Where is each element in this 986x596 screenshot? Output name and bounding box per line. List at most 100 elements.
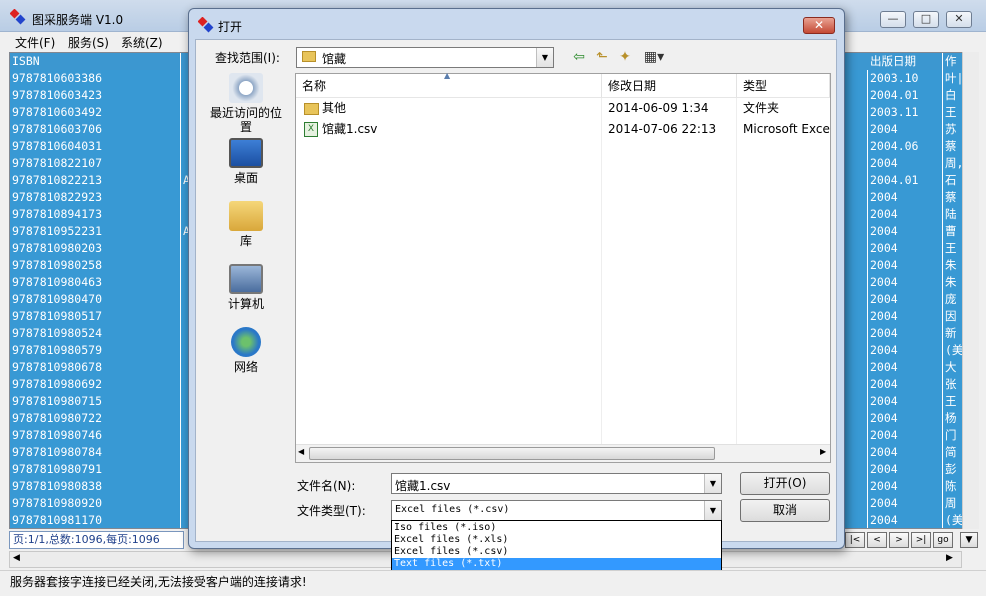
scroll-left-icon[interactable]: ◀ — [13, 553, 20, 563]
new-folder-icon[interactable]: ✦ — [615, 48, 635, 66]
cell-isbn: 9787810603423 — [10, 87, 181, 104]
dialog-title: 打开 — [218, 20, 243, 34]
cell-pubdate: 2004 — [868, 461, 943, 478]
cell-pubdate: 2003.10 — [868, 70, 943, 87]
cell-isbn: 9787810603706 — [10, 121, 181, 138]
minimize-button[interactable]: — — [880, 11, 906, 28]
desktop-icon — [229, 138, 263, 168]
column-modified[interactable]: 修改日期 — [602, 74, 737, 98]
chevron-down-icon[interactable]: ▼ — [536, 48, 553, 67]
cell-pubdate: 2004 — [868, 325, 943, 342]
file-row[interactable]: 其他 2014-06-09 1:34 文件夹 — [296, 98, 830, 119]
go-button[interactable]: go — [933, 532, 953, 548]
column-header-isbn[interactable]: ISBN — [10, 53, 181, 70]
dialog-close-button[interactable]: ✕ — [803, 17, 835, 34]
scroll-right-icon[interactable]: ▶ — [946, 553, 953, 563]
cell-isbn: 9787810980784 — [10, 444, 181, 461]
cancel-button[interactable]: 取消 — [740, 499, 830, 522]
look-in-label: 查找范围(I): — [215, 51, 280, 65]
filetype-option[interactable]: Iso files (*.iso) — [392, 522, 721, 534]
cell-pubdate: 2004.01 — [868, 87, 943, 104]
sort-ascending-icon: ▲ — [444, 71, 451, 80]
file-type: Microsoft Excel — [743, 122, 830, 136]
cell-pubdate: 2004 — [868, 376, 943, 393]
cell-isbn: 9787810603492 — [10, 104, 181, 121]
cell-pubdate: 2004 — [868, 308, 943, 325]
scroll-left-icon[interactable]: ◀ — [298, 447, 304, 456]
filetype-value: Excel files (*.csv) — [395, 504, 510, 515]
back-icon[interactable]: ⇦ — [569, 48, 589, 66]
library-icon — [229, 201, 263, 231]
up-folder-icon[interactable]: ⬑ — [592, 48, 612, 66]
recent-locations-icon — [229, 73, 263, 103]
next-page-button[interactable]: > — [889, 532, 909, 548]
file-name: 馆藏1.csv — [322, 122, 378, 136]
close-button[interactable]: ✕ — [946, 11, 972, 28]
page-info: 页:1/1,总数:1096,每页:1096 — [9, 531, 184, 549]
last-page-button[interactable]: >| — [911, 532, 931, 548]
excel-file-icon: X — [304, 122, 318, 137]
chevron-down-icon[interactable]: ▼ — [704, 474, 721, 493]
filetype-option[interactable]: Excel files (*.xls) — [392, 534, 721, 546]
view-menu-icon[interactable]: ▦▾ — [640, 48, 668, 66]
filetype-option[interactable]: Excel files (*.csv) — [392, 546, 721, 558]
cell-pubdate: 2003.11 — [868, 104, 943, 121]
cell-isbn: 9787810980678 — [10, 359, 181, 376]
file-list[interactable]: 名称 ▲ 修改日期 类型 其他 2014-06-09 1:34 文件夹 X 馆藏… — [295, 71, 831, 463]
scroll-thumb[interactable] — [309, 447, 715, 460]
chevron-down-icon[interactable]: ▼ — [704, 501, 721, 520]
cell-pubdate: 2004 — [868, 359, 943, 376]
cell-isbn: 9787810980920 — [10, 495, 181, 512]
open-button[interactable]: 打开(O) — [740, 472, 830, 495]
maximize-button[interactable]: □ — [913, 11, 939, 28]
cell-isbn: 9787810980517 — [10, 308, 181, 325]
place-desktop[interactable]: 桌面 — [206, 138, 286, 185]
cell-pubdate: 2004 — [868, 155, 943, 172]
menu-system[interactable]: 系统(Z) — [121, 34, 163, 51]
cell-pubdate: 2004 — [868, 512, 943, 528]
first-page-button[interactable]: |< — [845, 532, 865, 548]
column-type[interactable]: 类型 — [737, 74, 830, 98]
cell-isbn: 9787810980692 — [10, 376, 181, 393]
network-icon — [231, 327, 261, 357]
cell-isbn: 9787810980524 — [10, 325, 181, 342]
filename-value: 馆藏1.csv — [395, 479, 451, 493]
cell-isbn: 9787810952231 — [10, 223, 181, 240]
menu-file[interactable]: 文件(F) — [15, 34, 55, 51]
app-icon — [9, 8, 26, 25]
look-in-combo[interactable]: 馆藏 ▼ — [296, 47, 554, 68]
column-header-pubdate[interactable]: 出版日期 — [868, 53, 943, 70]
place-network[interactable]: 网络 — [206, 327, 286, 374]
page-dropdown-button[interactable]: ▼ — [960, 532, 978, 548]
place-computer[interactable]: 计算机 — [206, 264, 286, 311]
scroll-right-icon[interactable]: ▶ — [820, 447, 826, 456]
app-title: 图采服务端 V1.0 — [32, 13, 124, 27]
cell-isbn: 9787810822213 — [10, 172, 181, 189]
place-label: 库 — [239, 234, 252, 248]
cell-isbn: 9787810603386 — [10, 70, 181, 87]
folder-icon — [304, 103, 319, 115]
cell-isbn: 9787810980258 — [10, 257, 181, 274]
menu-service[interactable]: 服务(S) — [68, 34, 109, 51]
cell-pubdate: 2004 — [868, 478, 943, 495]
cell-pubdate: 2004 — [868, 427, 943, 444]
places-bar: 最近访问的位置 桌面 库 计算机 网络 — [206, 70, 286, 380]
dialog-app-icon — [197, 16, 214, 33]
cell-pubdate: 2004 — [868, 342, 943, 359]
filename-input[interactable]: 馆藏1.csv ▼ — [391, 473, 722, 494]
place-recent[interactable]: 最近访问的位置 — [206, 73, 286, 134]
filetype-select[interactable]: Excel files (*.csv) ▼ — [391, 500, 722, 521]
place-label: 网络 — [233, 360, 258, 374]
filetype-label: 文件类型(T): — [297, 504, 366, 518]
look-in-value: 馆藏 — [322, 52, 347, 66]
cell-isbn: 9787810980791 — [10, 461, 181, 478]
prev-page-button[interactable]: < — [867, 532, 887, 548]
file-row[interactable]: X 馆藏1.csv 2014-07-06 22:13 Microsoft Exc… — [296, 119, 830, 140]
grid-vertical-scrollbar[interactable] — [962, 52, 979, 529]
filetype-option-selected[interactable]: Text files (*.txt) — [392, 558, 721, 570]
cell-isbn: 9787810894173 — [10, 206, 181, 223]
cell-pubdate: 2004 — [868, 410, 943, 427]
place-library[interactable]: 库 — [206, 201, 286, 248]
filetype-dropdown-list[interactable]: Iso files (*.iso) Excel files (*.xls) Ex… — [391, 520, 722, 570]
cell-pubdate: 2004 — [868, 257, 943, 274]
